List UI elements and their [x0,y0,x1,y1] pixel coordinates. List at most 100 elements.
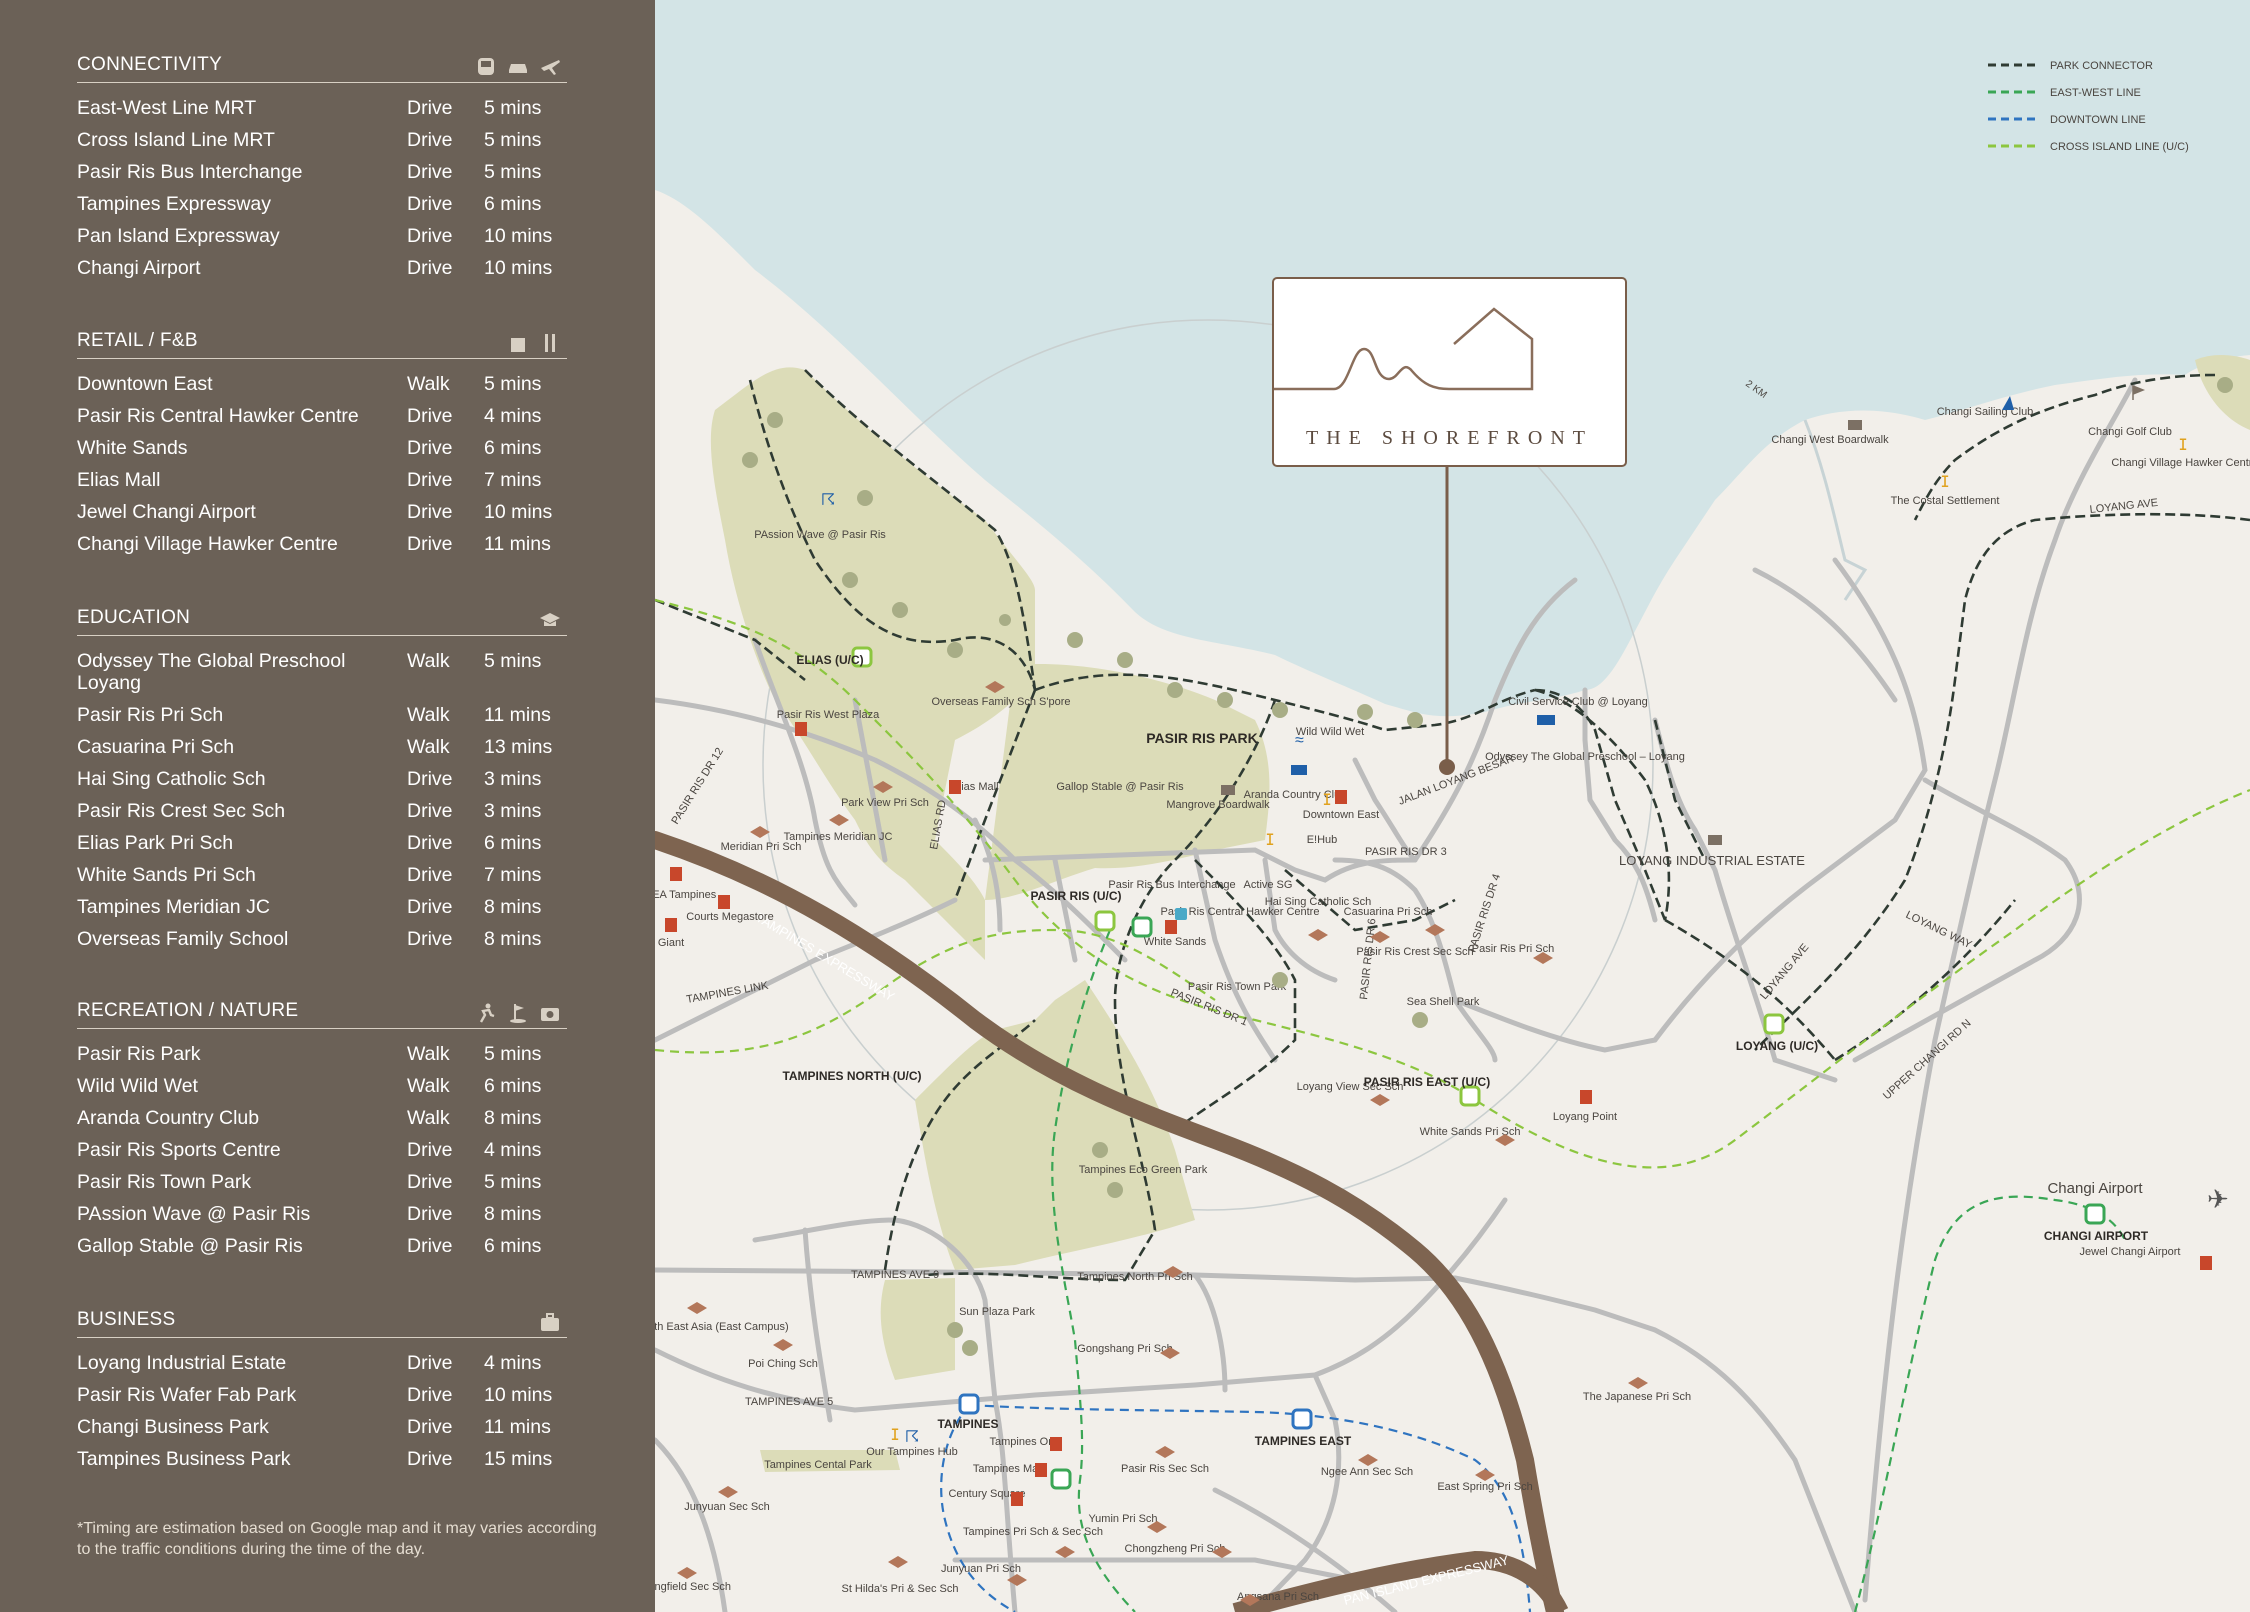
list-item-place: PAssion Wave @ Pasir Ris [77,1203,311,1225]
legend-label: CROSS ISLAND LINE (U/C) [2050,141,2189,153]
list-item-time: 8 mins [484,928,542,950]
place-tampines-one: Tampines One [990,1436,1061,1448]
building-icon [1291,765,1307,775]
place-changi-west-boardwalk: Changi West Boardwalk [1771,434,1889,446]
list-item-mode: Walk [407,704,450,726]
location-map: 2 KM TAMPINES EXPRESSWAY PAN ISLAND EXPR… [655,0,2250,1612]
list-item-place: Wild Wild Wet [77,1075,198,1097]
place-bus-interchange: Pasir Ris Bus Interchange [1108,879,1235,891]
list-item-time: 6 mins [484,193,542,215]
place-tampines-pri-sec: Tampines Pri Sch & Sec Sch [963,1526,1103,1538]
fork-knife-icon [539,332,561,354]
runner-icon [475,1002,497,1024]
station-label: PASIR RIS EAST (U/C) [1364,1075,1490,1089]
list-item-time: 11 mins [484,1416,551,1438]
list-item: PAssion Wave @ Pasir Ris Drive 8 mins [77,1199,567,1231]
list-item: Loyang Industrial Estate Drive 4 mins [77,1348,567,1380]
list-item-place: Tampines Expressway [77,193,271,215]
list-item-mode: Walk [407,1043,450,1065]
list-item-mode: Drive [407,97,453,119]
shopping-bag-icon [507,332,529,354]
place-japanese-pri: The Japanese Pri Sch [1583,1391,1691,1403]
fork-knife-icon: ⵊ [1266,832,1274,849]
list-item-mode: Drive [407,501,453,523]
list-item-place: Gallop Stable @ Pasir Ris [77,1235,303,1257]
briefcase-icon [539,1311,561,1333]
station-label: PASIR RIS (U/C) [1030,889,1121,903]
shopping-icon [1580,1090,1592,1104]
list-item-mode: Drive [407,161,453,183]
list-item: Changi Airport Drive 10 mins [77,253,567,285]
list-item: Pasir Ris Pri Sch Walk 11 mins [77,700,567,732]
place-wild-wild-wet: Wild Wild Wet [1296,726,1364,738]
list-item-time: 5 mins [484,1043,542,1065]
list-item-mode: Drive [407,533,453,555]
shopping-icon [795,722,807,736]
section-header: EDUCATION [77,605,567,636]
list-item: Pasir Ris Town Park Drive 5 mins [77,1167,567,1199]
location-pin-dot [1439,759,1455,775]
list-item-time: 8 mins [484,1203,542,1225]
list-item-place: Pasir Ris Sports Centre [77,1139,281,1161]
place-downtown-east: Downtown East [1303,809,1379,821]
list-item-mode: Drive [407,928,453,950]
list-item: Changi Business Park Drive 11 mins [77,1412,567,1444]
list-item: Elias Mall Drive 7 mins [77,465,567,497]
section-header: RETAIL / F&B [77,328,567,359]
shopping-icon [1050,1437,1062,1451]
place-chongzheng: Chongzheng Pri Sch [1125,1543,1226,1555]
list-item-time: 6 mins [484,437,542,459]
list-item-place: Odyssey The Global Preschool Loyang [77,650,346,694]
station-label: TAMPINES [937,1417,998,1431]
list-item-time: 6 mins [484,832,542,854]
list-item-mode: Drive [407,405,453,427]
list-item-place: Pasir Ris Central Hawker Centre [77,405,359,427]
section-recreation-nature: RECREATION / NATURE Pasir Ris Park Walk 5 m… [77,998,567,1263]
list-item: Pasir Ris Wafer Fab Park Drive 10 mins [77,1380,567,1412]
list-item-mode: Drive [407,896,453,918]
list-item-mode: Drive [407,864,453,886]
list-item-place: Elias Mall [77,469,161,491]
list-item: Gallop Stable @ Pasir Ris Drive 6 mins [77,1231,567,1263]
list-item: Cross Island Line MRT Drive 5 mins [77,125,567,157]
bus-icon [475,56,497,78]
list-item-mode: Walk [407,650,450,672]
place-our-tampines-hub: Our Tampines Hub [866,1446,958,1458]
list-item: Wild Wild Wet Walk 6 mins [77,1071,567,1103]
list-item-mode: Drive [407,1171,453,1193]
fork-knife-icon: ⵊ [1941,474,1949,491]
list-item-place: Cross Island Line MRT [77,129,275,151]
list-item: Jewel Changi Airport Drive 10 mins [77,497,567,529]
list-item: Tampines Expressway Drive 6 mins [77,189,567,221]
section-title: CONNECTIVITY [77,54,223,75]
list-item: Aranda Country Club Walk 8 mins [77,1103,567,1135]
list-item-place: Pasir Ris Park [77,1043,201,1065]
section-title: RECREATION / NATURE [77,1000,299,1021]
list-item-place: Overseas Family School [77,928,289,950]
section-header: RECREATION / NATURE [77,998,567,1029]
section-education: EDUCATION Odyssey The Global Preschool Lo… [77,605,567,956]
place-ikea: IKEA Tampines [655,889,717,901]
list-item-time: 15 mins [484,1448,553,1470]
list-item: East-West Line MRT Drive 5 mins [77,93,567,125]
place-giant: Giant [658,937,684,949]
logo-text: THE SHOREFRONT [1305,427,1593,449]
list-item: White Sands Pri Sch Drive 7 mins [77,860,567,892]
list-item-place: Pasir Ris Bus Interchange [77,161,303,183]
place-civil-service: Civil Service Club @ Loyang [1508,696,1648,708]
road-label-pr-dr3: PASIR RIS DR 3 [1365,846,1447,858]
place-jewel: Jewel Changi Airport [2080,1246,2181,1258]
list-item-time: 4 mins [484,405,542,427]
airplane-icon: ✈ [2207,1184,2229,1214]
info-panel: CONNECTIVITY East-West Line MRT Drive 5 min… [0,0,655,1612]
place-st-hildas: St Hilda's Pri & Sec Sch [841,1583,958,1595]
legend-label: PARK CONNECTOR [2050,60,2153,72]
station-pasir-ris-ewl [1131,916,1153,938]
golf-flag-icon [507,1002,529,1024]
list-item-time: 7 mins [484,469,542,491]
list-item: Pasir Ris Central Hawker Centre Drive 4 mi… [77,401,567,433]
car-icon [507,56,529,78]
camera-icon [539,1002,561,1024]
station-label: LOYANG (U/C) [1736,1039,1818,1053]
list-item-mode: Drive [407,832,453,854]
